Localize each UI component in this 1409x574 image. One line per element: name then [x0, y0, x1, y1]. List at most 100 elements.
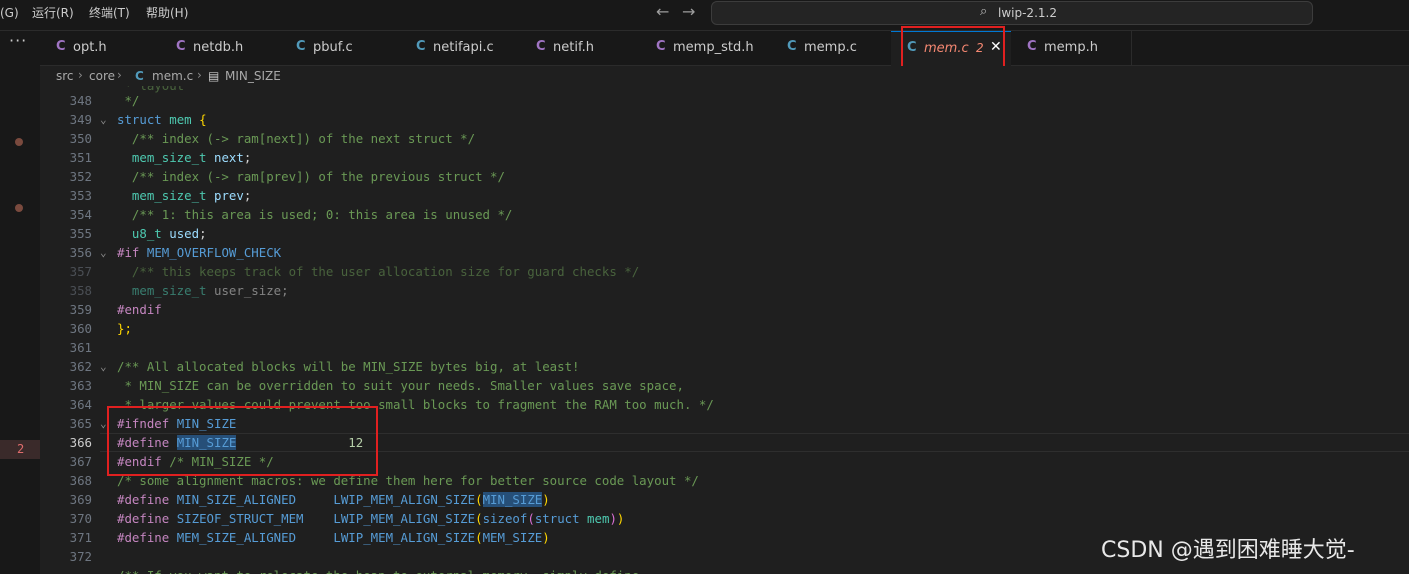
tab-pbuf-c[interactable]: C pbuf.c	[280, 31, 401, 65]
line-number: 349	[69, 112, 92, 127]
tab-memp-c[interactable]: C memp.c	[771, 31, 892, 65]
more-icon[interactable]: ···	[9, 31, 27, 50]
fold-chevron-icon[interactable]: ⌄	[100, 243, 107, 262]
tab-opt-h[interactable]: C opt.h	[40, 31, 161, 65]
line-number: 368	[69, 473, 92, 488]
tab-label: netif.h	[553, 40, 594, 55]
code-line: 369 #define MIN_SIZE_ALIGNED LWIP_MEM_AL…	[40, 490, 1409, 509]
title-bar: (G) 运行(R) 终端(T) 帮助(H) ← → ⌕ lwip-2.1.2	[0, 0, 1409, 31]
tab-label: memp_std.h	[673, 40, 754, 55]
c-file-icon: C	[176, 39, 186, 54]
activity-bar: ···	[0, 31, 40, 574]
search-icon: ⌕	[980, 4, 988, 19]
annotation-box	[901, 26, 1005, 70]
line-number: 358	[69, 283, 92, 298]
tab-label: memp.c	[804, 40, 857, 55]
fold-chevron-icon[interactable]: ⌄	[100, 414, 107, 433]
line-number: 360	[69, 321, 92, 336]
tab-label: memp.h	[1044, 40, 1098, 55]
line-number: 352	[69, 169, 92, 184]
chevron-right-icon: ›	[197, 68, 202, 82]
c-file-icon: C	[1027, 39, 1037, 54]
tab-netifapi-c[interactable]: C netifapi.c	[400, 31, 521, 65]
menu-item-go[interactable]: (G)	[0, 0, 19, 26]
editor-tabs: C opt.h C netdb.h C pbuf.c C netifapi.c …	[40, 31, 1409, 66]
code-line: 353 mem_size_t prev;	[40, 186, 1409, 205]
line-number: 363	[69, 378, 92, 393]
code-line: 362 ⌄ /** All allocated blocks will be M…	[40, 357, 1409, 376]
code-line: 370 #define SIZEOF_STRUCT_MEM LWIP_MEM_A…	[40, 509, 1409, 528]
line-number: 348	[69, 93, 92, 108]
line-number: 372	[69, 549, 92, 564]
chevron-right-icon: ›	[117, 68, 122, 82]
fold-chevron-icon[interactable]: ⌄	[100, 357, 107, 376]
code-line: 357 /** this keeps track of the user all…	[40, 262, 1409, 281]
code-line: 349 ⌄ struct mem {	[40, 110, 1409, 129]
code-line: 352 /** index (-> ram[prev]) of the prev…	[40, 167, 1409, 186]
line-number: 369	[69, 492, 92, 507]
menu-item-terminal[interactable]: 终端(T)	[89, 0, 130, 26]
breadcrumb: src › core › C mem.c › ▤ MIN_SIZE	[40, 66, 1409, 88]
code-line: 359 #endif	[40, 300, 1409, 319]
line-number: 370	[69, 511, 92, 526]
tab-netdb-h[interactable]: C netdb.h	[160, 31, 281, 65]
code-line: 361	[40, 338, 1409, 357]
c-file-icon: C	[135, 69, 144, 83]
line-number: 359	[69, 302, 92, 317]
c-file-icon: C	[787, 39, 797, 54]
code-editor[interactable]: * layout 348 */ 349 ⌄ struct mem { 350 /…	[40, 86, 1409, 574]
line-number: 355	[69, 226, 92, 241]
code-line: 354 /** 1: this area is used; 0: this ar…	[40, 205, 1409, 224]
fold-chevron-icon[interactable]: ⌄	[100, 110, 107, 129]
code-line: 358 mem_size_t user_size;	[40, 281, 1409, 300]
breakpoint-dot[interactable]	[15, 138, 23, 146]
forward-arrow-icon[interactable]: →	[682, 2, 695, 21]
line-number: 365	[69, 416, 92, 431]
line-number: 364	[69, 397, 92, 412]
line-number: 362	[69, 359, 92, 374]
back-arrow-icon[interactable]: ←	[656, 2, 669, 21]
tab-netif-h[interactable]: C netif.h	[520, 31, 641, 65]
code-line: 356 ⌄ #if MEM_OVERFLOW_CHECK	[40, 243, 1409, 262]
tab-label: netdb.h	[193, 40, 244, 55]
breakpoint-dot[interactable]	[15, 204, 23, 212]
line-number: 354	[69, 207, 92, 222]
code-line: 360 };	[40, 319, 1409, 338]
breadcrumb-src[interactable]: src	[56, 69, 74, 83]
problem-count: 2	[17, 442, 25, 456]
watermark: CSDN @遇到困难睡大觉-	[1101, 538, 1355, 563]
menu-item-help[interactable]: 帮助(H)	[146, 0, 188, 26]
c-file-icon: C	[416, 39, 426, 54]
line-number: 367	[69, 454, 92, 469]
search-text: lwip-2.1.2	[998, 6, 1057, 20]
line-number: 356	[69, 245, 92, 260]
breadcrumb-min-size[interactable]: MIN_SIZE	[225, 69, 281, 83]
breadcrumb-core[interactable]: core	[89, 69, 115, 83]
code-line: /** If you want to relocate the heap to …	[40, 566, 1409, 574]
tab-label: pbuf.c	[313, 40, 353, 55]
annotation-box	[107, 406, 378, 476]
c-file-icon: C	[296, 39, 306, 54]
line-number: 351	[69, 150, 92, 165]
line-number: 371	[69, 530, 92, 545]
command-center-search[interactable]: ⌕ lwip-2.1.2	[711, 1, 1313, 25]
line-number: 357	[69, 264, 92, 279]
tab-label: opt.h	[73, 40, 107, 55]
symbol-constant-icon: ▤	[208, 69, 220, 83]
c-file-icon: C	[536, 39, 546, 54]
code-line: 350 /** index (-> ram[next]) of the next…	[40, 129, 1409, 148]
line-number: 366	[69, 435, 92, 450]
tab-memp-h[interactable]: C memp.h	[1011, 31, 1132, 65]
chevron-right-icon: ›	[78, 68, 83, 82]
code-line: 351 mem_size_t next;	[40, 148, 1409, 167]
menu-item-run[interactable]: 运行(R)	[32, 0, 74, 26]
breadcrumb-mem-c[interactable]: mem.c	[152, 69, 193, 83]
tab-label: netifapi.c	[433, 40, 494, 55]
line-number: 361	[69, 340, 92, 355]
code-line: 348 */	[40, 91, 1409, 110]
code-line: 363 * MIN_SIZE can be overridden to suit…	[40, 376, 1409, 395]
c-file-icon: C	[656, 39, 666, 54]
line-number: 353	[69, 188, 92, 203]
tab-memp-std-h[interactable]: C memp_std.h	[640, 31, 772, 65]
line-number: 350	[69, 131, 92, 146]
